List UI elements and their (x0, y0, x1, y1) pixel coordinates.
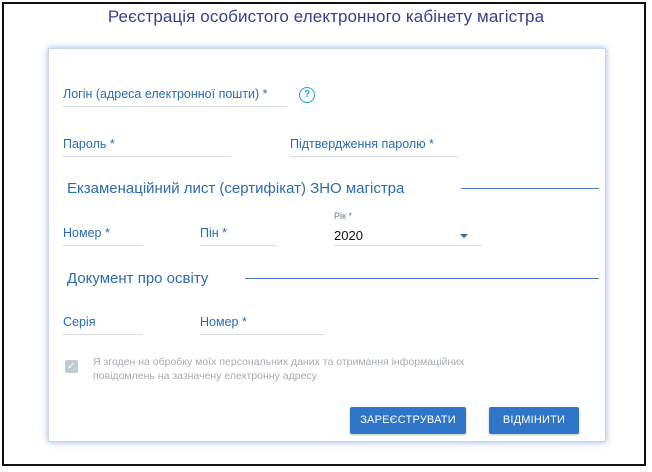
password-field[interactable]: Пароль * (63, 137, 231, 157)
education-series-label: Серія (63, 315, 96, 329)
password-label: Пароль * (63, 137, 115, 151)
password-confirm-label: Підтвердження паролю * (290, 137, 434, 151)
education-series-field[interactable]: Серія (63, 315, 143, 335)
zno-number-underline (63, 245, 143, 246)
education-number-field[interactable]: Номер * (200, 315, 324, 335)
education-section-title: Документ про освіту (67, 270, 209, 287)
zno-number-field[interactable]: Номер * (63, 226, 143, 246)
education-number-label: Номер * (200, 315, 247, 329)
cancel-button[interactable]: ВІДМІНИТИ (489, 407, 579, 434)
question-circle-icon[interactable]: ? (299, 87, 315, 103)
education-number-underline (200, 334, 324, 335)
registration-form-card: Логін (адреса електронної пошти) * ? Пар… (48, 48, 606, 442)
password-confirm-underline (290, 156, 458, 157)
page-title: Реєстрація особистого електронного кабін… (107, 7, 545, 26)
login-label: Логін (адреса електронної пошти) * (63, 87, 268, 101)
login-field[interactable]: Логін (адреса електронної пошти) * (63, 87, 287, 107)
education-series-underline (63, 334, 143, 335)
zno-number-label: Номер * (63, 226, 110, 240)
zno-pin-underline (200, 245, 277, 246)
zno-section-rule (461, 188, 599, 189)
consent-text-line1: Я згоден на обробку моїх персональних да… (93, 356, 465, 368)
year-underline (334, 245, 482, 246)
consent-text: Я згоден на обробку моїх персональних да… (93, 355, 464, 383)
zno-pin-label: Пін * (200, 226, 228, 240)
consent-checkbox[interactable]: ✓ (65, 360, 78, 373)
login-underline (63, 106, 287, 107)
caret-down-icon (460, 234, 468, 238)
zno-section-title: Екзаменаційний лист (сертифікат) ЗНО маг… (67, 180, 405, 197)
year-value: 2020 (334, 228, 363, 243)
password-confirm-field[interactable]: Підтвердження паролю * (290, 137, 458, 157)
zno-pin-field[interactable]: Пін * (200, 226, 277, 246)
register-button[interactable]: ЗАРЕЄСТРУВАТИ (350, 407, 466, 434)
consent-text-line2: повідомлень на зазначену електронну адре… (93, 370, 317, 382)
year-select[interactable]: Рік * 2020 (334, 211, 482, 247)
year-label: Рік * (334, 211, 352, 221)
password-underline (63, 156, 231, 157)
education-section-rule (245, 278, 599, 279)
